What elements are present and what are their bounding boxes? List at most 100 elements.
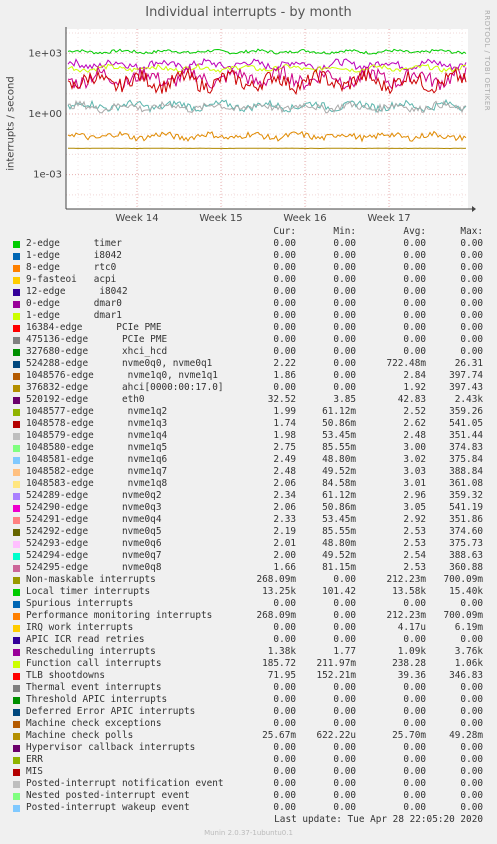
legend-name: Nested posted-interrupt event <box>26 790 190 801</box>
legend-header: Cur: Min: Avg: Max: <box>0 226 497 238</box>
legend-max: 374.83 <box>449 442 483 453</box>
legend-row: 524291-edge nvme0q4 2.33 53.45m 2.92 351.86 <box>0 514 497 526</box>
legend-cur: 2.00 <box>273 550 296 561</box>
legend-avg: 0.00 <box>403 778 426 789</box>
legend-swatch <box>13 457 20 464</box>
legend-name: Spurious interrupts <box>26 598 134 609</box>
legend-row: 524293-edge nvme0q6 2.01 48.80m 2.53 375.73 <box>0 538 497 550</box>
legend-row: MIS 0.00 0.00 0.00 0.00 <box>0 766 497 778</box>
legend-row: Function call interrupts 185.72 211.97m 238… <box>0 658 497 670</box>
legend-max: 397.74 <box>449 370 483 381</box>
legend-cur: 268.09m <box>256 610 296 621</box>
legend-avg: 0.00 <box>403 286 426 297</box>
legend-row: APIC ICR read retries 0.00 0.00 0.00 0.00 <box>0 634 497 646</box>
legend-swatch <box>13 313 20 320</box>
legend-min: 0.00 <box>333 250 356 261</box>
legend-max: 374.60 <box>449 526 483 537</box>
legend-min: 0.00 <box>333 682 356 693</box>
legend-swatch <box>13 385 20 392</box>
legend-max: 0.00 <box>460 718 483 729</box>
legend-name: Function call interrupts <box>26 658 162 669</box>
legend-name: 1048578-edge nvme1q3 <box>26 418 168 429</box>
legend-row: 524289-edge nvme0q2 2.34 61.12m 2.96 359.32 <box>0 490 497 502</box>
legend-cur: 1.99 <box>273 406 296 417</box>
legend-swatch <box>13 793 20 800</box>
legend-min: 50.86m <box>322 502 356 513</box>
legend-swatch <box>13 289 20 296</box>
legend-row: 1-edge i8042 0.00 0.00 0.00 0.00 <box>0 250 497 262</box>
legend-row: 1-edge dmar1 0.00 0.00 0.00 0.00 <box>0 310 497 322</box>
legend-avg: 0.00 <box>403 766 426 777</box>
legend-min: 152.21m <box>316 670 356 681</box>
legend-avg: 3.01 <box>403 478 426 489</box>
legend-swatch <box>13 769 20 776</box>
legend-swatch <box>13 349 20 356</box>
legend-swatch <box>13 601 20 608</box>
legend-name: 1048582-edge nvme1q7 <box>26 466 168 477</box>
legend-avg: 0.00 <box>403 802 426 813</box>
legend-row: Posted-interrupt notification event 0.00 0… <box>0 778 497 790</box>
legend-name: Threshold APIC interrupts <box>26 694 168 705</box>
legend-min: 49.52m <box>322 466 356 477</box>
legend-avg: 0.00 <box>403 238 426 249</box>
legend-max: 360.88 <box>449 562 483 573</box>
legend-swatch <box>13 469 20 476</box>
legend-avg: 2.96 <box>403 490 426 501</box>
legend-avg: 0.00 <box>403 694 426 705</box>
legend-max: 0.00 <box>460 322 483 333</box>
legend-name: Performance monitoring interrupts <box>26 610 213 621</box>
legend-cur: 0.00 <box>273 694 296 705</box>
legend-swatch <box>13 277 20 284</box>
legend-name: Thermal event interrupts <box>26 682 162 693</box>
legend-min: 622.22u <box>316 730 356 741</box>
legend-cur: 0.00 <box>273 382 296 393</box>
legend-max: 700.09m <box>443 610 483 621</box>
legend-name: 1-edge dmar1 <box>26 310 122 321</box>
legend-avg: 2.52 <box>403 406 426 417</box>
legend-name: 12-edge i8042 <box>26 286 128 297</box>
legend-min: 0.00 <box>333 274 356 285</box>
legend-max: 351.86 <box>449 514 483 525</box>
legend-name: Deferred Error APIC interrupts <box>26 706 196 717</box>
legend-name: Rescheduling interrupts <box>26 646 156 657</box>
legend-min: 0.00 <box>333 346 356 357</box>
legend-max: 0.00 <box>460 634 483 645</box>
legend-min: 49.52m <box>322 550 356 561</box>
legend-name: IRQ work interrupts <box>26 622 134 633</box>
header-min: Min: <box>333 226 356 237</box>
legend-cur: 0.00 <box>273 742 296 753</box>
legend-row: 9-fasteoi acpi 0.00 0.00 0.00 0.00 <box>0 274 497 286</box>
legend-avg: 0.00 <box>403 754 426 765</box>
legend-cur: 0.00 <box>273 754 296 765</box>
legend-cur: 0.00 <box>273 622 296 633</box>
legend-min: 53.45m <box>322 430 356 441</box>
legend-cur: 2.48 <box>273 466 296 477</box>
legend-swatch <box>13 673 20 680</box>
legend-cur: 32.52 <box>267 394 296 405</box>
legend-row: Performance monitoring interrupts 268.09m… <box>0 610 497 622</box>
y-tick-label: 1e-03 <box>33 170 62 181</box>
legend-swatch <box>13 529 20 536</box>
legend-max: 0.00 <box>460 334 483 345</box>
legend-swatch <box>13 325 20 332</box>
legend-swatch <box>13 445 20 452</box>
legend-min: 0.00 <box>333 622 356 633</box>
legend-swatch <box>13 421 20 428</box>
legend-row: 475136-edge PCIe PME 0.00 0.00 0.00 0.00 <box>0 334 497 346</box>
legend-swatch <box>13 241 20 248</box>
legend-swatch <box>13 589 20 596</box>
legend-swatch <box>13 397 20 404</box>
legend-avg: 3.05 <box>403 502 426 513</box>
legend-row: 1048583-edge nvme1q8 2.06 84.58m 3.01 361.08 <box>0 478 497 490</box>
legend-swatch <box>13 661 20 668</box>
legend-name: 524292-edge nvme0q5 <box>26 526 162 537</box>
legend-cur: 0.00 <box>273 718 296 729</box>
legend-max: 359.26 <box>449 406 483 417</box>
legend-cur: 0.00 <box>273 598 296 609</box>
last-update: Last update: Tue Apr 28 22:05:20 2020 <box>274 814 483 825</box>
legend-name: 524290-edge nvme0q3 <box>26 502 162 513</box>
legend-min: 0.00 <box>333 262 356 273</box>
legend-cur: 71.95 <box>267 670 296 681</box>
legend-avg: 2.62 <box>403 418 426 429</box>
legend-name: APIC ICR read retries <box>26 634 145 645</box>
